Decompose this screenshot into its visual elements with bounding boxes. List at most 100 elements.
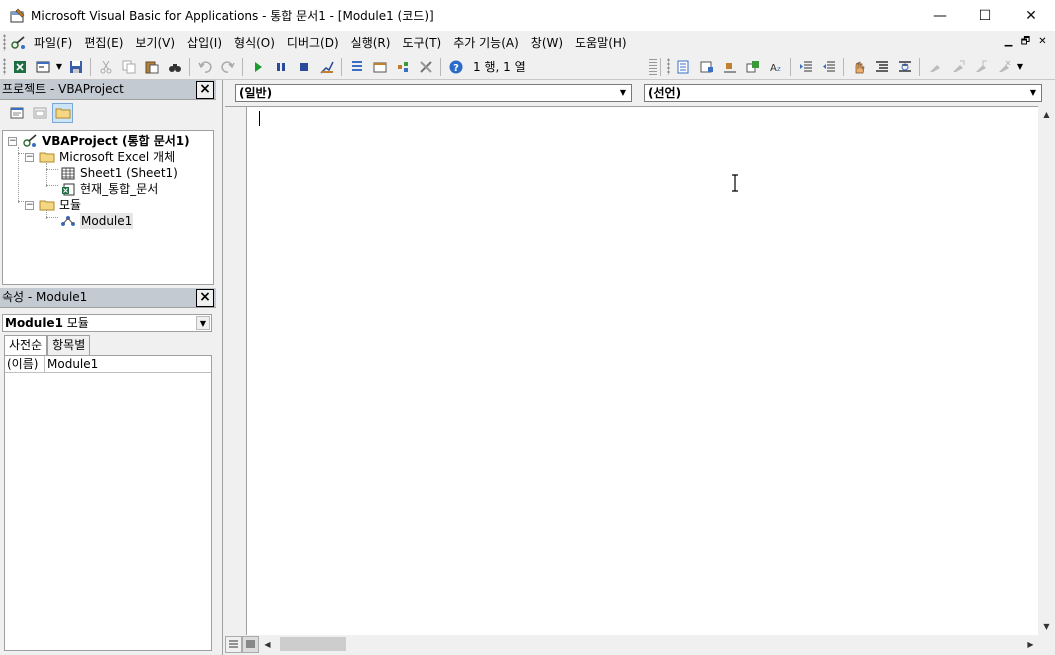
vba-app-icon[interactable] xyxy=(10,8,26,24)
collapse-toggle[interactable]: − xyxy=(25,152,34,162)
property-row-name[interactable]: (이름) Module1 xyxy=(5,356,211,373)
object-combo-value: (일반) xyxy=(239,86,273,100)
menu-grip[interactable] xyxy=(3,34,6,51)
property-value[interactable]: Module1 xyxy=(45,356,98,372)
horizontal-scrollbar[interactable]: ◀ ▶ xyxy=(225,635,1055,653)
vba-menu-icon[interactable] xyxy=(8,32,28,54)
menu-file[interactable]: 파일(F) xyxy=(28,33,78,53)
scroll-right-icon[interactable]: ▶ xyxy=(1022,636,1039,653)
vba-project-icon xyxy=(22,134,38,148)
workbook-icon xyxy=(60,182,76,196)
complete-word-icon[interactable]: Az xyxy=(764,56,787,78)
tree-label-workbook: 현재_통합_문서 xyxy=(80,182,159,196)
chevron-down-icon[interactable]: ▼ xyxy=(616,86,630,100)
menu-run[interactable]: 실행(R) xyxy=(345,33,397,53)
mdi-minimize-button[interactable]: ▁ xyxy=(1000,34,1017,50)
tree-node-vbaproject[interactable]: − VBAProject (통합 문서1) xyxy=(8,133,190,149)
menu-tools[interactable]: 도구(T) xyxy=(396,33,447,53)
toolbox-icon[interactable] xyxy=(414,56,437,78)
insert-dropdown-icon[interactable]: ▼ xyxy=(54,56,64,78)
collapse-toggle[interactable]: − xyxy=(25,200,34,210)
toggle-bookmark-icon[interactable] xyxy=(923,56,946,78)
save-icon[interactable] xyxy=(64,56,87,78)
object-combo[interactable]: (일반) ▼ xyxy=(235,84,632,102)
toggle-folders-icon[interactable] xyxy=(52,103,73,123)
maximize-button[interactable]: ☐ xyxy=(962,0,1008,31)
toolbar-separator xyxy=(919,57,920,76)
excel-icon[interactable] xyxy=(8,56,31,78)
menu-insert[interactable]: 삽입(I) xyxy=(181,33,228,53)
outdent-icon[interactable] xyxy=(817,56,840,78)
parameter-info-icon[interactable] xyxy=(741,56,764,78)
edit-toolbar-grip[interactable] xyxy=(667,58,670,75)
ibeam-cursor-icon xyxy=(732,174,738,192)
tree-node-module1[interactable]: Module1 xyxy=(60,213,134,229)
vertical-scrollbar[interactable]: ▲ ▼ xyxy=(1038,106,1055,635)
full-module-view-icon[interactable] xyxy=(242,635,259,653)
horizontal-scroll-thumb[interactable] xyxy=(280,637,346,651)
menu-addins[interactable]: 추가 기능(A) xyxy=(447,33,525,53)
clear-bookmarks-icon[interactable] xyxy=(992,56,1015,78)
object-browser-icon[interactable] xyxy=(391,56,414,78)
procedure-combo[interactable]: (선언) ▼ xyxy=(644,84,1042,102)
insert-userform-icon[interactable] xyxy=(31,56,54,78)
tree-node-modules[interactable]: − 모듈 xyxy=(25,197,81,213)
toolbar-overflow-icon[interactable]: ▼ xyxy=(1015,56,1025,78)
project-panel-title: 프로젝트 - VBAProject × xyxy=(0,80,216,100)
toggle-breakpoint-icon[interactable] xyxy=(847,56,870,78)
comment-block-icon[interactable] xyxy=(870,56,893,78)
prev-bookmark-icon[interactable] xyxy=(969,56,992,78)
tab-categorized[interactable]: 항목별 xyxy=(47,335,91,355)
paste-icon[interactable] xyxy=(140,56,163,78)
properties-panel-title: 속성 - Module1 × xyxy=(0,288,216,308)
project-explorer-icon[interactable] xyxy=(345,56,368,78)
reset-icon[interactable] xyxy=(292,56,315,78)
undo-icon[interactable] xyxy=(193,56,216,78)
chevron-down-icon[interactable]: ▼ xyxy=(196,316,210,330)
design-mode-icon[interactable] xyxy=(315,56,338,78)
find-icon[interactable] xyxy=(163,56,186,78)
code-editor[interactable] xyxy=(225,106,1038,636)
mdi-close-button[interactable]: ✕ xyxy=(1034,34,1051,50)
menu-edit[interactable]: 편집(E) xyxy=(78,33,129,53)
cut-icon[interactable] xyxy=(94,56,117,78)
copy-icon[interactable] xyxy=(117,56,140,78)
uncomment-block-icon[interactable] xyxy=(893,56,916,78)
quick-info-icon[interactable] xyxy=(718,56,741,78)
menu-bar: 파일(F) 편집(E) 보기(V) 삽입(I) 형식(O) 디버그(D) 실행(… xyxy=(0,31,1055,54)
close-button[interactable]: ✕ xyxy=(1008,0,1054,31)
procedure-view-icon[interactable] xyxy=(225,635,242,653)
next-bookmark-icon[interactable] xyxy=(946,56,969,78)
code-margin[interactable] xyxy=(225,107,247,636)
list-properties-icon[interactable] xyxy=(672,56,695,78)
toolbar-grip[interactable] xyxy=(3,58,6,75)
tree-node-sheet1[interactable]: Sheet1 (Sheet1) xyxy=(60,165,178,181)
view-object-icon[interactable] xyxy=(29,103,50,123)
menu-help[interactable]: 도움말(H) xyxy=(569,33,633,53)
minimize-button[interactable]: — xyxy=(917,0,963,31)
menu-window[interactable]: 창(W) xyxy=(525,33,569,53)
list-constants-icon[interactable] xyxy=(695,56,718,78)
properties-panel-close-button[interactable]: × xyxy=(196,289,214,307)
scroll-up-icon[interactable]: ▲ xyxy=(1038,106,1055,123)
project-panel-close-button[interactable]: × xyxy=(196,81,214,99)
scroll-left-icon[interactable]: ◀ xyxy=(259,636,276,653)
menu-view[interactable]: 보기(V) xyxy=(129,33,181,53)
tab-alphabetic[interactable]: 사전순 xyxy=(4,335,48,356)
scroll-down-icon[interactable]: ▼ xyxy=(1038,618,1055,635)
collapse-toggle[interactable]: − xyxy=(8,136,17,146)
run-icon[interactable] xyxy=(246,56,269,78)
tree-node-workbook[interactable]: 현재_통합_문서 xyxy=(60,181,158,197)
chevron-down-icon[interactable]: ▼ xyxy=(1026,86,1040,100)
indent-icon[interactable] xyxy=(794,56,817,78)
redo-icon[interactable] xyxy=(216,56,239,78)
menu-format[interactable]: 형식(O) xyxy=(228,33,281,53)
break-icon[interactable] xyxy=(269,56,292,78)
view-code-icon[interactable] xyxy=(6,103,27,123)
properties-window-icon[interactable] xyxy=(368,56,391,78)
object-selector-dropdown[interactable]: Module1 모듈 ▼ xyxy=(2,314,212,332)
tree-node-excel-objects[interactable]: − Microsoft Excel 개체 xyxy=(25,149,175,165)
mdi-restore-button[interactable]: 🗗 xyxy=(1017,34,1034,50)
help-icon[interactable]: ? xyxy=(444,56,467,78)
menu-debug[interactable]: 디버그(D) xyxy=(281,33,345,53)
